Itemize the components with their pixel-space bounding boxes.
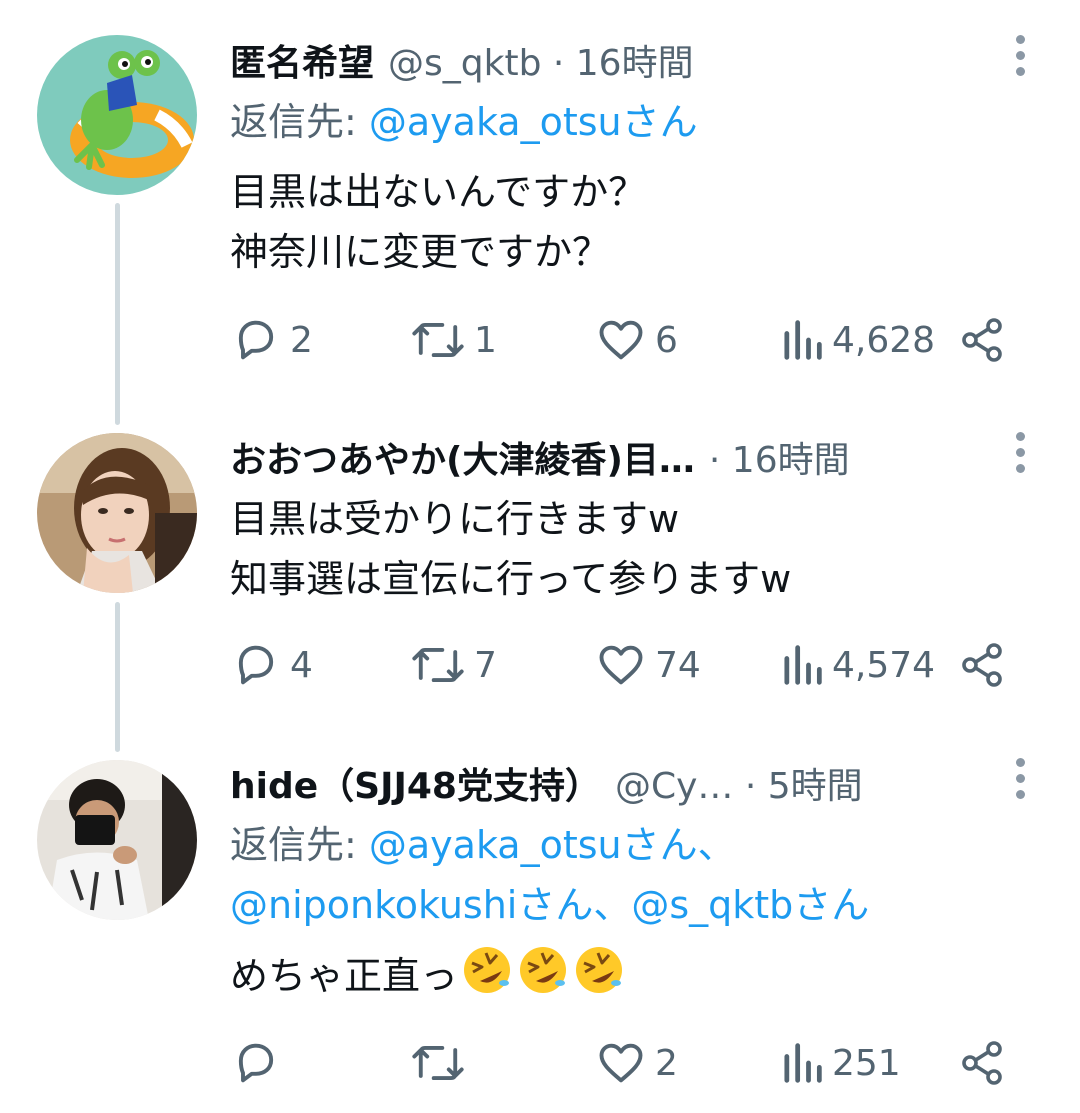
share-button[interactable] <box>958 635 1006 695</box>
handle-time[interactable]: @s_qktb · 16時間 <box>388 34 694 86</box>
tweet-text: 神奈川に変更ですか？ <box>230 230 611 274</box>
tweet-text-content: めちゃ正直っ <box>230 954 459 998</box>
reply-count: 2 <box>290 319 313 361</box>
heart-icon <box>599 1043 643 1083</box>
handle-time[interactable]: · 16時間 <box>709 431 850 483</box>
mention-link[interactable]: @ayaka_otsuさん、 <box>369 823 736 867</box>
reply-icon <box>238 1043 274 1083</box>
share-button[interactable] <box>958 1033 1006 1093</box>
reply-button[interactable]: 2 <box>230 310 313 370</box>
like-button[interactable]: 6 <box>595 310 678 370</box>
retweet-icon <box>412 1045 464 1081</box>
view-count: 4,628 <box>832 319 936 361</box>
share-icon <box>962 643 1002 687</box>
reply-button[interactable]: 4 <box>230 635 313 695</box>
avatar[interactable] <box>37 760 197 920</box>
share-icon <box>962 1041 1002 1085</box>
tweet-text: 目黒は受かりに行きますw <box>230 497 680 541</box>
views-button[interactable]: 251 <box>780 1033 901 1093</box>
more-options-icon[interactable] <box>1000 30 1040 80</box>
views-icon <box>784 1043 822 1083</box>
reply-to: 返信先: @ayaka_otsuさん <box>230 100 698 144</box>
tweet-actions: 4 7 74 4,574 <box>230 635 1010 695</box>
like-button[interactable]: 2 <box>595 1033 678 1093</box>
view-count: 4,574 <box>832 644 936 686</box>
display-name[interactable]: 匿名希望 <box>230 34 374 86</box>
handle-time[interactable]: @Cy… · 5時間 <box>615 757 863 809</box>
reply-count: 4 <box>290 644 313 686</box>
mention-link[interactable]: @ayaka_otsuさん <box>369 100 698 144</box>
mention-link[interactable]: @s_qktbさん <box>631 883 869 927</box>
like-count: 74 <box>655 644 701 686</box>
retweet-icon <box>412 322 464 358</box>
like-count: 2 <box>655 1042 678 1084</box>
views-button[interactable]: 4,574 <box>780 635 935 695</box>
retweet-button[interactable]: 7 <box>410 635 497 695</box>
retweet-icon <box>412 647 464 683</box>
views-icon <box>784 645 822 685</box>
like-count: 6 <box>655 319 678 361</box>
tweet-header: おおつあやか(大津綾香)目… · 16時間 <box>230 432 990 482</box>
views-button[interactable]: 4,628 <box>780 310 935 370</box>
display-name[interactable]: おおつあやか(大津綾香)目… <box>230 431 695 483</box>
thread-line <box>115 203 120 425</box>
tweet-text: 目黒は出ないんですか？ <box>230 170 647 214</box>
rolling-on-floor-laughing-icon <box>572 945 626 1012</box>
views-icon <box>784 320 822 360</box>
rolling-on-floor-laughing-icon <box>460 945 514 1012</box>
thread-line <box>115 602 120 752</box>
heart-icon <box>599 320 643 360</box>
reply-icon <box>238 320 274 360</box>
reply-to-continued: @niponkokushiさん、@s_qktbさん <box>230 875 1060 935</box>
tweet-header: hide（SJJ48党支持） @Cy… · 5時間 <box>230 758 990 808</box>
rolling-on-floor-laughing-icon <box>516 945 570 1012</box>
display-name[interactable]: hide（SJJ48党支持） <box>230 757 601 809</box>
reply-button[interactable] <box>230 1033 290 1093</box>
more-options-icon[interactable] <box>1000 427 1040 477</box>
share-button[interactable] <box>958 310 1006 370</box>
reply-icon <box>238 645 274 685</box>
tweet-actions: 2 1 6 4,628 <box>230 310 1010 370</box>
reply-to: 返信先: @ayaka_otsuさん、 <box>230 823 736 867</box>
retweet-button[interactable]: 1 <box>410 310 497 370</box>
tweet-header: 匿名希望 @s_qktb · 16時間 <box>230 35 990 85</box>
avatar[interactable] <box>37 35 197 195</box>
tweet-actions: 2 251 <box>230 1033 1010 1093</box>
retweet-button[interactable] <box>410 1033 474 1093</box>
retweet-count: 1 <box>474 319 497 361</box>
more-options-icon[interactable] <box>1000 753 1040 803</box>
tweet-text: 知事選は宣伝に行って参りますw <box>230 557 792 601</box>
retweet-count: 7 <box>474 644 497 686</box>
like-button[interactable]: 74 <box>595 635 701 695</box>
avatar[interactable] <box>37 433 197 593</box>
tweet-text: めちゃ正直っ <box>230 945 1060 1012</box>
heart-icon <box>599 645 643 685</box>
view-count: 251 <box>832 1042 901 1084</box>
share-icon <box>962 318 1002 362</box>
mention-link[interactable]: @niponkokushiさん、 <box>230 883 631 927</box>
